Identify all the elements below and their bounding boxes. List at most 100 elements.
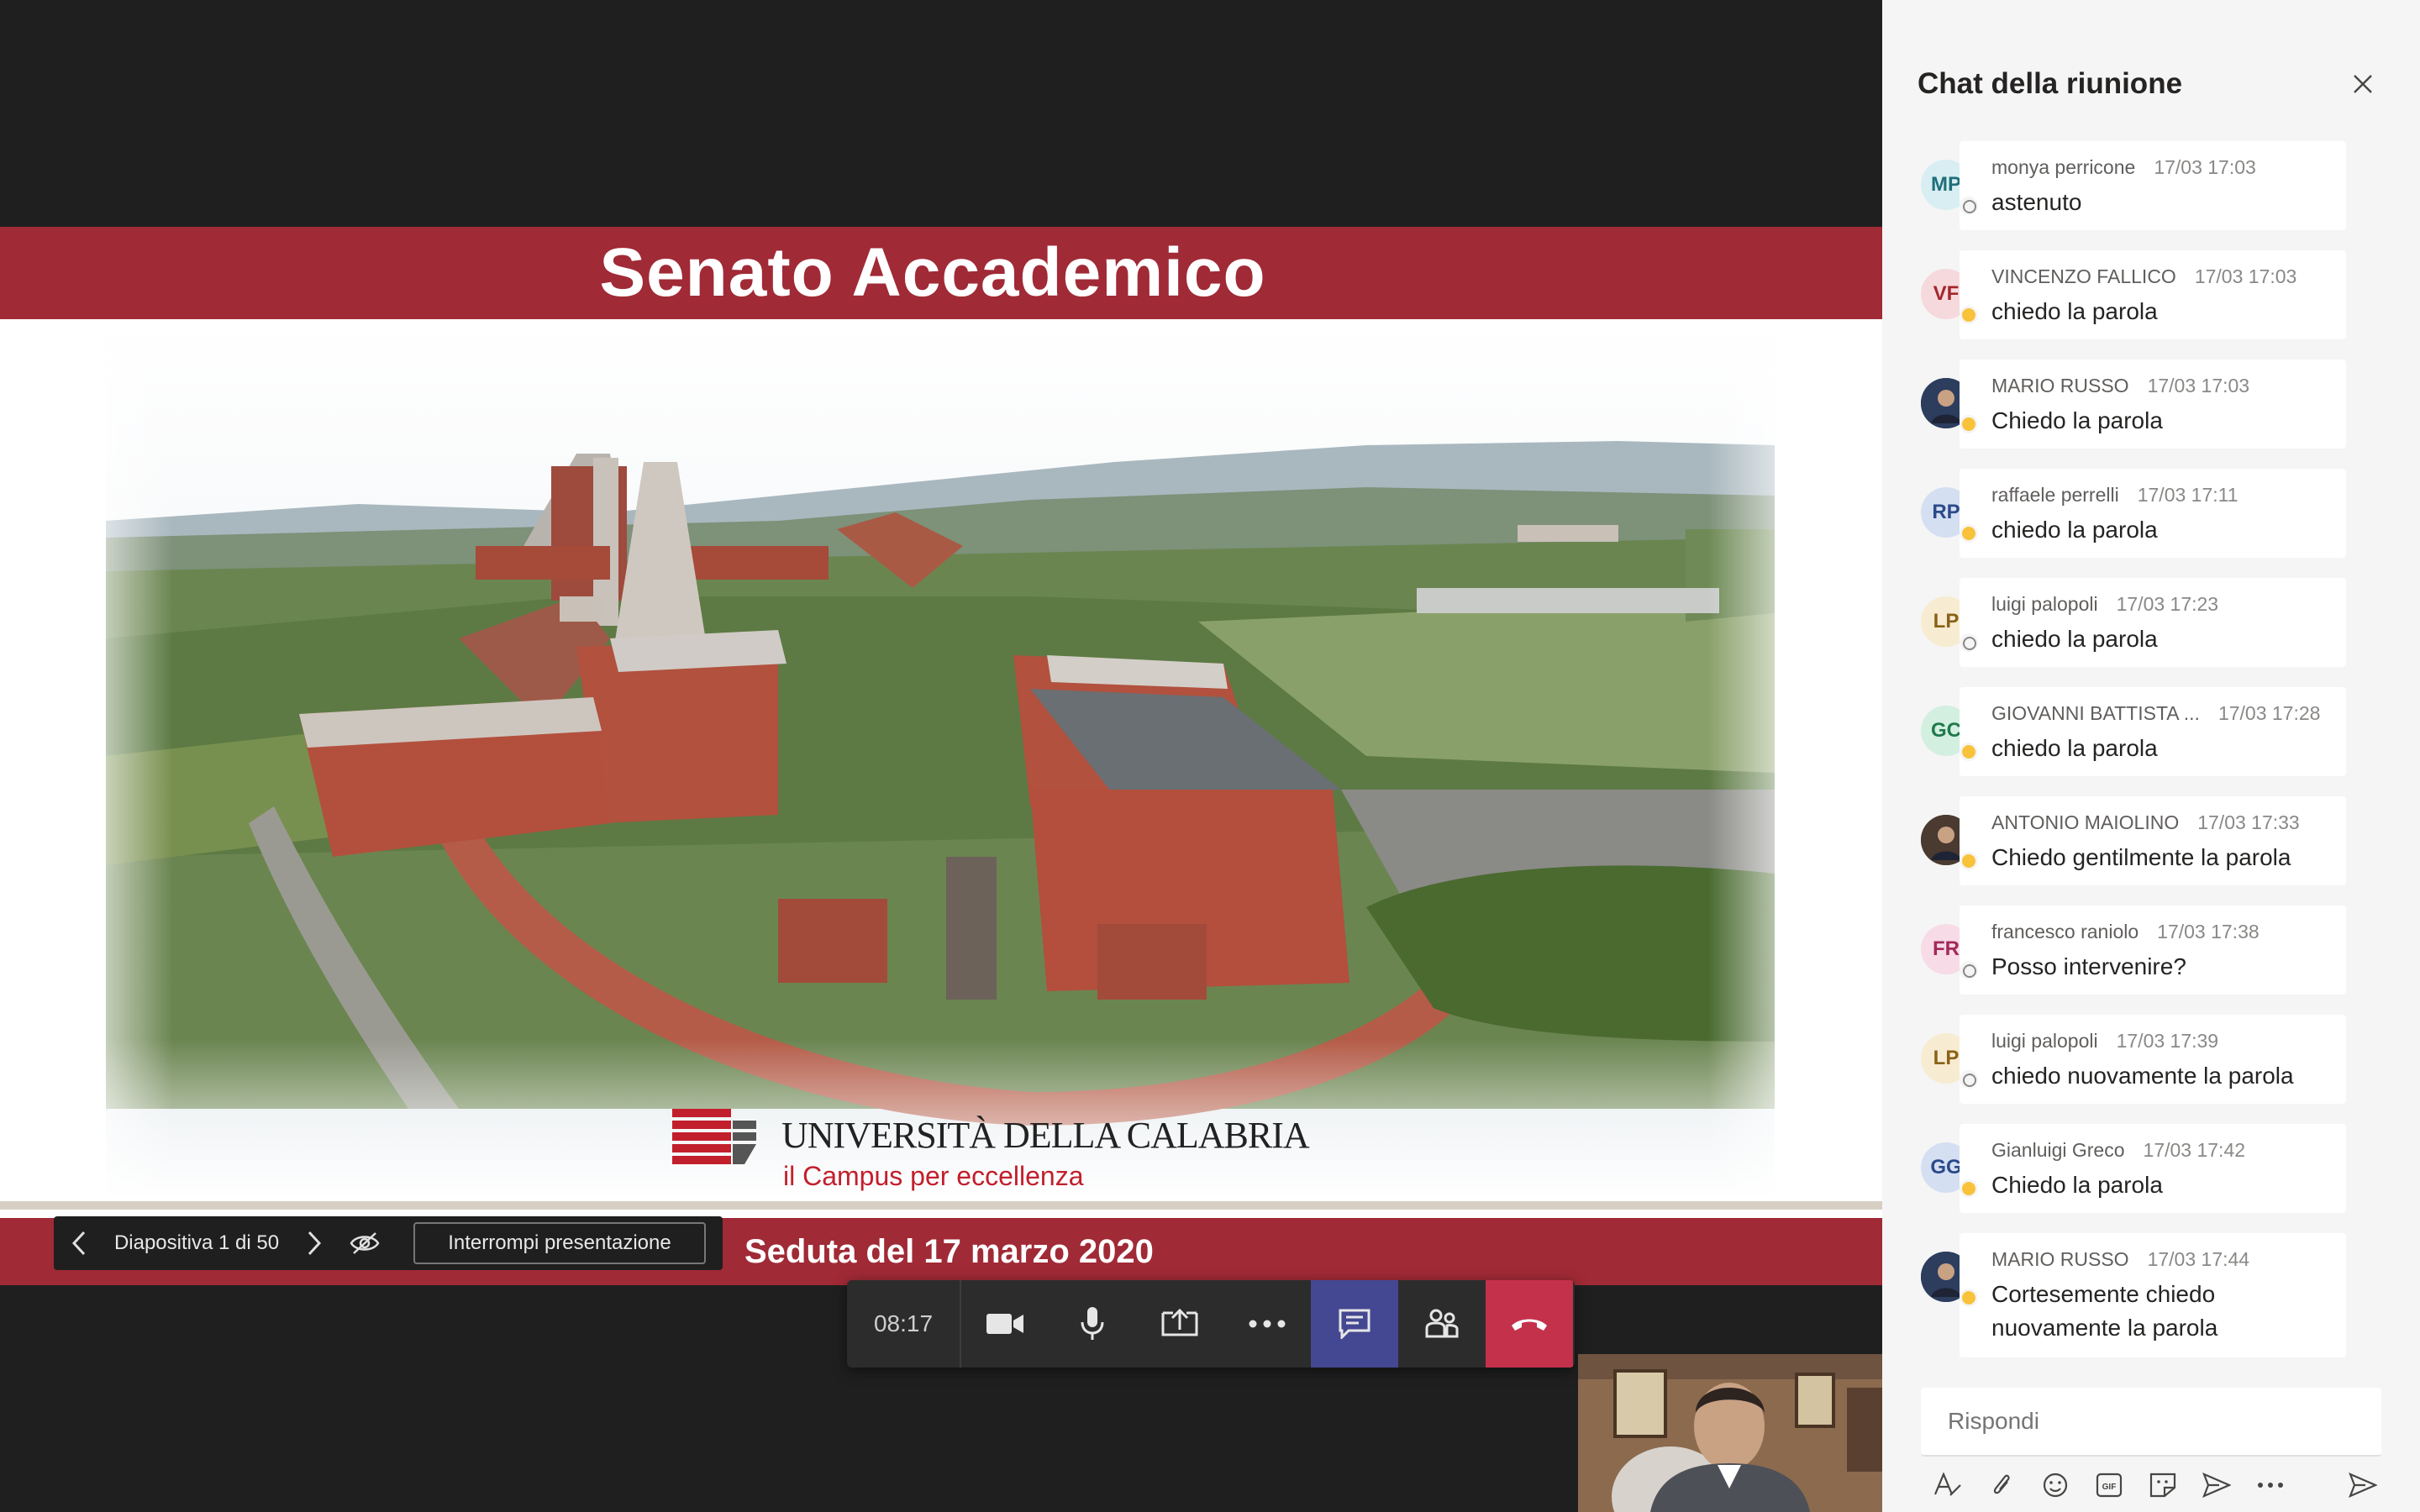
hide-slides-button[interactable] bbox=[339, 1216, 390, 1270]
self-video-preview bbox=[1578, 1354, 1882, 1512]
close-chat-button[interactable] bbox=[2343, 64, 2383, 104]
sticker-button[interactable] bbox=[2136, 1467, 2190, 1504]
chat-panel: Chat della riunione MP monya perricone 17… bbox=[1882, 0, 2420, 1512]
university-logo-mark bbox=[672, 1109, 756, 1164]
stop-presenting-button[interactable]: Interrompi presentazione bbox=[413, 1222, 706, 1264]
message-text: Posso intervenire? bbox=[1991, 953, 2186, 979]
message-author: ANTONIO MAIOLINO bbox=[1991, 811, 2180, 833]
message-bubble: Gianluigi Greco 17/03 17:42 Chiedo la par… bbox=[1960, 1124, 2346, 1213]
emoji-icon bbox=[2043, 1473, 2068, 1498]
message-author: monya perricone bbox=[1991, 156, 2136, 178]
message-text: chiedo la parola bbox=[1991, 517, 2158, 543]
more-options-button[interactable] bbox=[2244, 1467, 2297, 1504]
previous-slide-button[interactable] bbox=[54, 1216, 104, 1270]
presence-badge bbox=[1960, 306, 1978, 324]
message-time: 17/03 17:38 bbox=[2157, 921, 2260, 942]
message-bubble: luigi palopoli 17/03 17:23 chiedo la paro… bbox=[1960, 578, 2346, 667]
format-text-icon bbox=[1933, 1473, 1961, 1496]
message-time: 17/03 17:03 bbox=[2154, 156, 2256, 178]
share-screen-icon bbox=[1161, 1308, 1198, 1336]
chat-message: ANTONIO MAIOLINO 17/03 17:33 Chiedo genti… bbox=[1882, 796, 2420, 906]
share-screen-button[interactable] bbox=[1136, 1280, 1223, 1368]
message-time: 17/03 17:42 bbox=[2143, 1139, 2246, 1161]
meet-now-button[interactable] bbox=[2190, 1467, 2244, 1504]
attach-button[interactable] bbox=[1975, 1467, 2028, 1504]
camera-button[interactable] bbox=[961, 1280, 1049, 1368]
slide-counter: Diapositiva 1 di 50 bbox=[113, 1231, 280, 1254]
microphone-button[interactable] bbox=[1049, 1280, 1136, 1368]
sticker-icon bbox=[2149, 1473, 2176, 1498]
message-bubble: GIOVANNI BATTISTA ... 17/03 17:28 chiedo … bbox=[1960, 687, 2346, 776]
chevron-right-icon bbox=[308, 1231, 322, 1256]
reply-input[interactable] bbox=[1948, 1388, 2368, 1455]
chat-toggle-button[interactable] bbox=[1311, 1280, 1398, 1368]
message-bubble: monya perricone 17/03 17:03 astenuto bbox=[1960, 141, 2346, 230]
next-slide-button[interactable] bbox=[289, 1216, 339, 1270]
compose-toolbar: GIF bbox=[1921, 1467, 2391, 1504]
more-dots-icon bbox=[2258, 1483, 2283, 1488]
presence-badge bbox=[1960, 743, 1978, 761]
chat-message: GG Gianluigi Greco 17/03 17:42 Chiedo la … bbox=[1882, 1124, 2420, 1233]
message-author: francesco raniolo bbox=[1991, 921, 2139, 942]
slide-title-bar: Senato Accademico bbox=[0, 227, 1882, 319]
message-bubble: ANTONIO MAIOLINO 17/03 17:33 Chiedo genti… bbox=[1960, 796, 2346, 885]
presenter-controls: Diapositiva 1 di 50 Interrompi presentaz… bbox=[54, 1216, 723, 1270]
message-time: 17/03 17:28 bbox=[2217, 702, 2321, 724]
university-name: UNIVERSITÀ DELLA CALABRIA bbox=[781, 1115, 1310, 1156]
message-author: luigi palopoli bbox=[1991, 593, 2098, 615]
message-bubble: MARIO RUSSO 17/03 17:03 Chiedo la parola bbox=[1960, 360, 2346, 449]
gif-button[interactable]: GIF bbox=[2082, 1467, 2136, 1504]
chat-message: MARIO RUSSO 17/03 17:03 Chiedo la parola bbox=[1882, 360, 2420, 469]
message-bubble: francesco raniolo 17/03 17:38 Posso inter… bbox=[1960, 906, 2346, 995]
emoji-button[interactable] bbox=[2028, 1467, 2082, 1504]
participants-icon bbox=[1425, 1309, 1459, 1338]
presence-badge bbox=[1960, 197, 1978, 215]
participants-button[interactable] bbox=[1398, 1280, 1486, 1368]
chat-message-list[interactable]: MP monya perricone 17/03 17:03 astenuto V… bbox=[1882, 141, 2420, 1384]
message-text: Cortesemente chiedo nuovamente la parola bbox=[1991, 1281, 2218, 1341]
message-time: 17/03 17:39 bbox=[2116, 1030, 2219, 1052]
presence-badge bbox=[1960, 633, 1978, 652]
message-text: Chiedo gentilmente la parola bbox=[1991, 844, 2291, 870]
university-tagline: il Campus per eccellenza bbox=[783, 1161, 1084, 1191]
message-time: 17/03 17:23 bbox=[2116, 593, 2219, 615]
message-time: 17/03 17:33 bbox=[2197, 811, 2300, 833]
more-dots-icon bbox=[1249, 1320, 1286, 1328]
eye-hidden-icon bbox=[350, 1232, 380, 1254]
chevron-left-icon bbox=[71, 1231, 86, 1256]
message-text: chiedo la parola bbox=[1991, 298, 2158, 324]
paperclip-icon bbox=[1993, 1474, 2010, 1494]
presentation-slide: Senato Accademico UNIVERSITÀ DELLA CALAB… bbox=[0, 227, 1882, 1285]
message-time: 17/03 17:03 bbox=[2194, 265, 2297, 287]
message-bubble: MARIO RUSSO 17/03 17:44 Cortesemente chie… bbox=[1960, 1233, 2346, 1357]
message-author: MARIO RUSSO bbox=[1991, 1248, 2129, 1270]
close-icon bbox=[2354, 75, 2372, 93]
message-author: Gianluigi Greco bbox=[1991, 1139, 2125, 1161]
format-button[interactable] bbox=[1921, 1467, 1975, 1504]
slide-title: Senato Accademico bbox=[599, 234, 1266, 311]
message-author: luigi palopoli bbox=[1991, 1030, 2098, 1052]
presence-badge bbox=[1960, 1179, 1978, 1198]
message-bubble: luigi palopoli 17/03 17:39 chiedo nuovame… bbox=[1960, 1015, 2346, 1104]
chat-message: FR francesco raniolo 17/03 17:38 Posso in… bbox=[1882, 906, 2420, 1015]
send-button[interactable] bbox=[2343, 1467, 2383, 1504]
video-camera-icon bbox=[986, 1314, 1023, 1334]
presence-badge bbox=[1960, 1070, 1978, 1089]
message-text: astenuto bbox=[1991, 189, 2082, 215]
more-actions-button[interactable] bbox=[1223, 1280, 1311, 1368]
message-text: Chiedo la parola bbox=[1991, 407, 2163, 433]
chat-message: VF VINCENZO FALLICO 17/03 17:03 chiedo la… bbox=[1882, 250, 2420, 360]
message-bubble: raffaele perrelli 17/03 17:11 chiedo la p… bbox=[1960, 469, 2346, 558]
meeting-stage: Senato Accademico UNIVERSITÀ DELLA CALAB… bbox=[0, 0, 1882, 1512]
chat-message: RP raffaele perrelli 17/03 17:11 chiedo l… bbox=[1882, 469, 2420, 578]
message-author: raffaele perrelli bbox=[1991, 484, 2119, 506]
hang-up-button[interactable] bbox=[1486, 1280, 1573, 1368]
message-time: 17/03 17:44 bbox=[2147, 1248, 2250, 1270]
presence-badge bbox=[1960, 1289, 1978, 1307]
chat-message: LP luigi palopoli 17/03 17:23 chiedo la p… bbox=[1882, 578, 2420, 687]
send-outline-icon bbox=[2202, 1473, 2231, 1498]
message-author: GIOVANNI BATTISTA ... bbox=[1991, 702, 2200, 724]
hang-up-phone-icon bbox=[1512, 1319, 1547, 1331]
university-logo: UNIVERSITÀ DELLA CALABRIA il Campus per … bbox=[672, 1100, 1328, 1201]
send-icon bbox=[2349, 1473, 2377, 1498]
